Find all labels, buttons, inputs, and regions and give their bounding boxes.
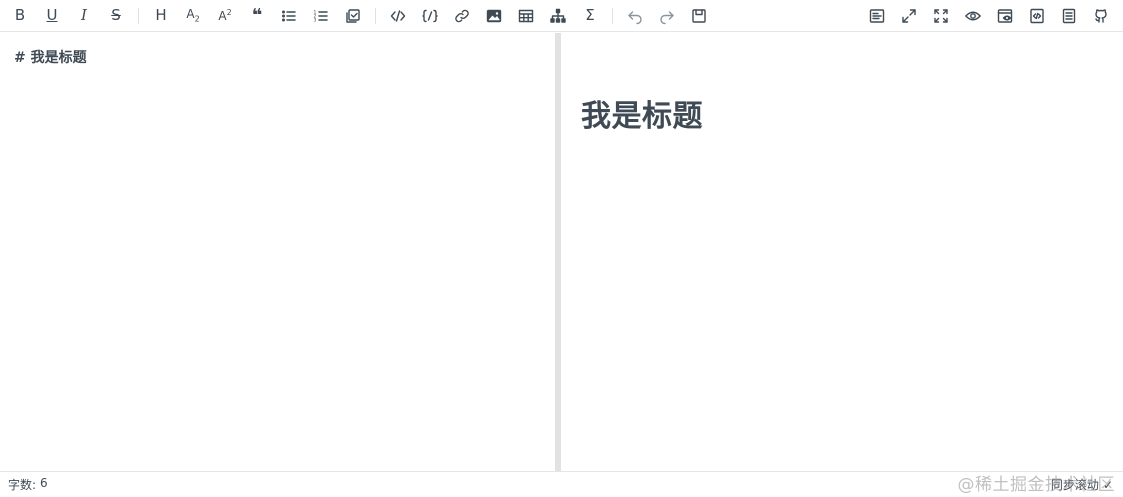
subscript-icon: A2 [186,6,200,24]
preview-only-button[interactable] [989,1,1021,31]
link-button[interactable] [446,1,478,31]
page-fullscreen-icon [902,8,916,23]
image-button[interactable] [478,1,510,31]
superscript-icon: A2 [218,8,232,23]
word-count-value: 6 [40,476,48,490]
bold-icon: B [14,6,26,24]
italic-icon: I [81,6,87,24]
preview-only-icon [997,8,1013,23]
sync-scroll-label: 同步滚动 [1050,478,1099,492]
editor-text-line[interactable]: # 我是标题 [14,47,87,67]
save-icon [692,8,706,23]
heading-icon: H [155,6,167,24]
preview-button[interactable] [957,1,989,31]
heading-button[interactable]: H [145,1,177,31]
eye-icon [965,11,981,20]
code-block-button[interactable] [414,1,446,31]
table-button[interactable] [510,1,542,31]
prettier-icon [869,8,885,23]
code-icon [390,9,406,22]
toolbar-left-group: B U I S H A2 A2 ❝ 1 2 3 Σ [4,1,715,31]
fullscreen-button[interactable] [925,1,957,31]
sync-scroll-toggle[interactable]: 同步滚动 ✓ [1051,476,1113,493]
word-count-label: 字数: [8,478,37,492]
table-icon [518,9,534,22]
katex-button[interactable]: Σ [574,1,606,31]
editor-toolbar: B U I S H A2 A2 ❝ 1 2 3 Σ [0,0,1123,32]
redo-icon [660,10,674,24]
check-icon: ✓ [1102,477,1113,492]
fullscreen-icon [934,8,948,23]
quote-icon: ❝ [251,4,263,26]
strikethrough-button[interactable]: S [100,1,132,31]
github-icon [1095,8,1107,23]
page-fullscreen-button[interactable] [893,1,925,31]
underline-icon: U [46,6,58,24]
html-preview-icon [1030,8,1044,23]
prettier-button[interactable] [861,1,893,31]
strikethrough-icon: S [111,6,121,24]
markdown-editor-pane[interactable]: # 我是标题 [0,33,555,471]
underline-button[interactable]: U [36,1,68,31]
code-row-button[interactable] [382,1,414,31]
markdown-preview-pane: 我是标题 [561,33,1123,471]
undo-icon [628,10,642,24]
save-button[interactable] [683,1,715,31]
redo-button[interactable] [651,1,683,31]
ordered-list-button[interactable]: 1 2 3 [305,1,337,31]
ordered-list-icon: 1 2 3 [314,9,328,23]
italic-button[interactable]: I [68,1,100,31]
html-preview-button[interactable] [1021,1,1053,31]
toolbar-divider [138,7,139,24]
mermaid-button[interactable] [542,1,574,31]
image-icon [486,9,502,22]
task-icon [346,8,360,23]
github-button[interactable] [1085,1,1117,31]
code-block-icon [422,9,438,22]
status-bar: 字数: 6 同步滚动 ✓ [0,471,1123,497]
word-count: 字数: 6 [8,476,48,493]
subscript-button[interactable]: A2 [177,1,209,31]
catalog-button[interactable] [1053,1,1085,31]
preview-heading: 我是标题 [581,99,703,134]
catalog-icon [1062,8,1076,23]
quote-button[interactable]: ❝ [241,1,273,31]
diagram-icon [550,8,566,23]
undo-button[interactable] [619,1,651,31]
link-icon [455,9,469,22]
toolbar-right-group [861,1,1117,31]
task-button[interactable] [337,1,369,31]
toolbar-divider [612,7,613,24]
superscript-button[interactable]: A2 [209,1,241,31]
svg-text:3: 3 [314,17,317,23]
unordered-list-icon [282,10,296,21]
bold-button[interactable]: B [4,1,36,31]
unordered-list-button[interactable] [273,1,305,31]
toolbar-divider [375,7,376,24]
sigma-icon: Σ [585,6,595,24]
